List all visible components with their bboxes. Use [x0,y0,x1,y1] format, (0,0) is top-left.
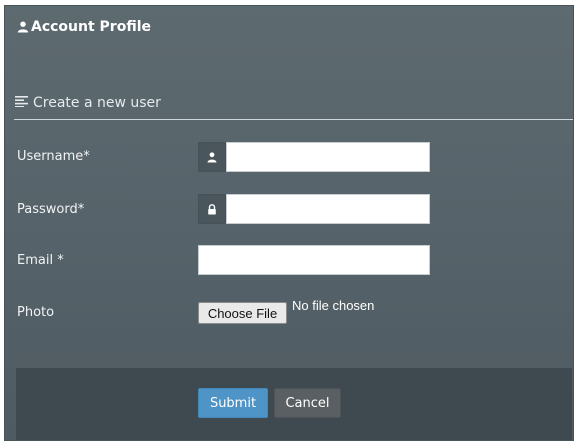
user-icon [207,148,217,167]
legend-divider [14,119,573,120]
list-icon [15,95,29,111]
choose-file-button[interactable]: Choose File [198,302,287,324]
username-label: Username* [17,149,90,164]
file-status-text: No file chosen [292,298,375,313]
email-label: Email * [17,253,64,268]
photo-label: Photo [17,305,55,320]
form-legend: Create a new user [15,95,161,111]
account-profile-panel: Account Profile Create a new user Userna… [4,5,574,441]
submit-button[interactable]: Submit [198,388,268,418]
username-addon [198,142,226,172]
form-actions: Submit Cancel [16,368,572,440]
username-input[interactable] [226,142,430,172]
user-icon [17,21,29,33]
legend-text: Create a new user [33,95,161,111]
cancel-button[interactable]: Cancel [274,388,341,418]
password-input[interactable] [226,194,430,224]
email-input[interactable] [198,245,430,275]
panel-title: Account Profile [31,19,152,35]
password-addon [198,194,226,224]
lock-icon [207,200,217,219]
panel-header: Account Profile [17,19,151,35]
password-label: Password* [17,202,85,217]
